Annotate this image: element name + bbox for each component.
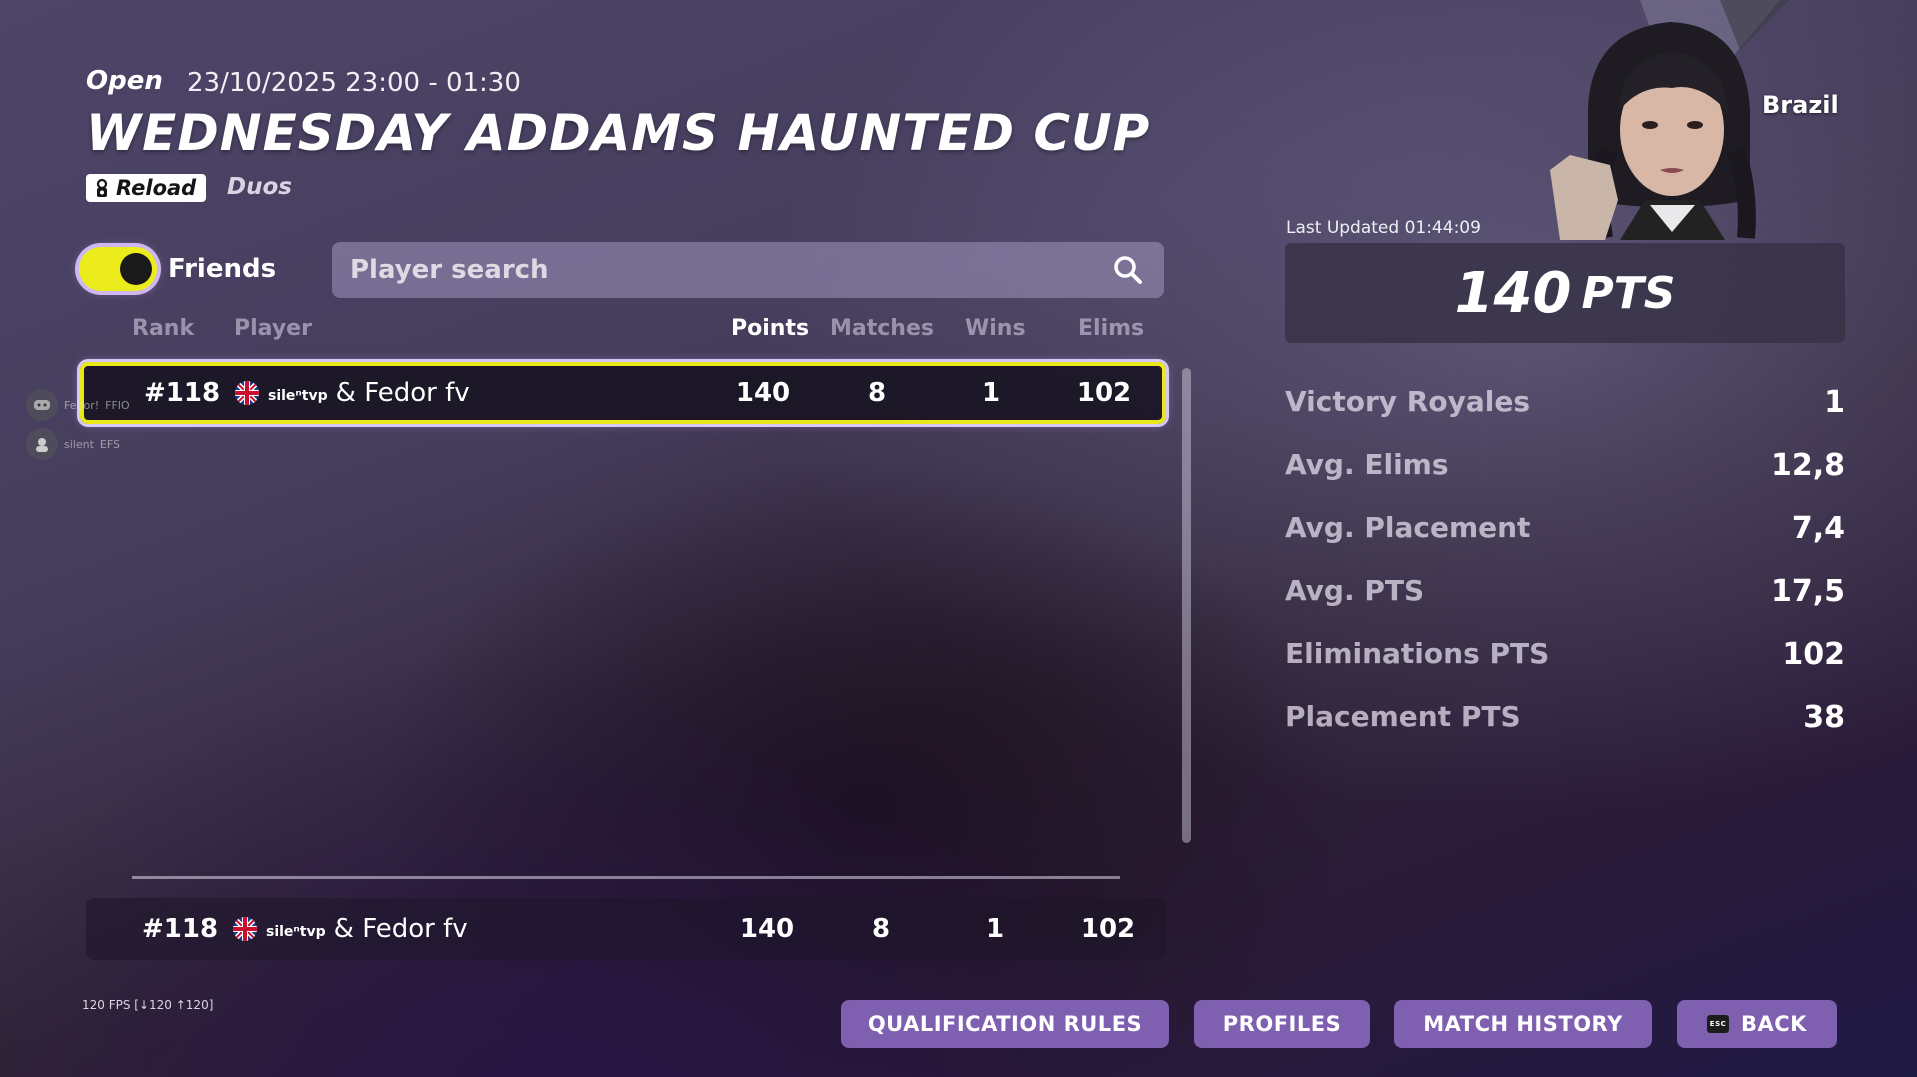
total-points-unit: PTS — [1581, 267, 1676, 319]
event-status: Open — [86, 66, 163, 96]
uk-flag-icon — [233, 917, 257, 941]
row-wins: 1 — [981, 378, 1001, 408]
team-size-label: Duos — [227, 174, 292, 200]
profiles-button[interactable]: PROFILES — [1194, 1000, 1370, 1048]
overlay-user-1-tag: FFIO — [105, 398, 130, 412]
stat-value: 1 — [1824, 385, 1845, 420]
stat-label: Eliminations PTS — [1285, 637, 1550, 670]
back-button[interactable]: ESC BACK — [1677, 1000, 1837, 1048]
back-label: BACK — [1741, 1012, 1807, 1036]
row-rank: #118 — [144, 378, 221, 408]
qualification-rules-label: QUALIFICATION RULES — [867, 1012, 1143, 1036]
row-player: sileⁿtvp & Fedor fv — [234, 378, 470, 408]
player-portrait — [1500, 0, 1880, 240]
profiles-label: PROFILES — [1222, 1012, 1342, 1036]
stat-value: 102 — [1782, 637, 1845, 672]
player-b-name[interactable]: & Fedor fv — [336, 378, 470, 408]
footer-rank: #118 — [142, 914, 219, 944]
reload-icon — [96, 178, 108, 197]
footer-wins: 1 — [985, 914, 1005, 944]
footer-player: sileⁿtvp & Fedor fv — [232, 914, 468, 944]
player-search-input[interactable] — [332, 254, 1110, 286]
col-header-player[interactable]: Player — [234, 316, 312, 341]
stat-value: 12,8 — [1770, 448, 1845, 483]
stat-value: 7,4 — [1791, 511, 1845, 546]
last-updated: Last Updated 01:44:09 — [1286, 218, 1481, 238]
footer-elims: 102 — [1080, 914, 1136, 944]
footer-divider — [132, 876, 1120, 879]
event-title: WEDNESDAY ADDAMS HAUNTED CUP — [86, 104, 1151, 162]
friends-toggle[interactable] — [79, 247, 157, 291]
stat-value: 17,5 — [1770, 574, 1845, 609]
overlay-user-2: silent EFS — [26, 428, 120, 460]
table-row[interactable]: #118 sileⁿtvp & Fedor fv 140 8 1 102 — [80, 362, 1166, 424]
mode-badge: Reload — [86, 174, 207, 202]
col-header-wins[interactable]: Wins — [965, 316, 1026, 341]
total-points-value: 140 — [1454, 260, 1572, 326]
footer-player-a-name[interactable]: sileⁿtvp — [266, 924, 326, 940]
overlay-user-2-name: silent — [64, 437, 94, 451]
player-a-name[interactable]: sileⁿtvp — [268, 388, 328, 404]
fps-counter: 120 FPS [↓120 ↑120] — [82, 998, 214, 1012]
event-datetime: 23/10/2025 23:00 - 01:30 — [187, 68, 521, 98]
stat-label: Avg. Placement — [1285, 511, 1531, 544]
stat-label: Victory Royales — [1285, 385, 1530, 418]
leaderboard-scrollbar[interactable] — [1182, 368, 1191, 843]
footer-matches: 8 — [871, 914, 891, 944]
match-history-label: MATCH HISTORY — [1423, 1012, 1623, 1036]
search-icon[interactable] — [1110, 252, 1146, 288]
friends-label: Friends — [168, 254, 277, 284]
row-points: 140 — [735, 378, 791, 408]
total-points-box: 140 PTS — [1285, 243, 1845, 343]
col-header-matches[interactable]: Matches — [830, 316, 934, 341]
esc-key-icon: ESC — [1707, 1015, 1730, 1033]
qualification-rules-button[interactable]: QUALIFICATION RULES — [841, 1000, 1169, 1048]
overlay-user-1-name: Fedor! — [64, 398, 100, 412]
row-matches: 8 — [867, 378, 887, 408]
discord-icon — [26, 389, 58, 421]
match-history-button[interactable]: MATCH HISTORY — [1394, 1000, 1652, 1048]
overlay-user-2-tag: EFS — [99, 437, 120, 451]
footer-player-b-name[interactable]: & Fedor fv — [334, 914, 468, 944]
uk-flag-icon — [235, 381, 259, 405]
stat-label: Avg. PTS — [1285, 574, 1425, 607]
col-header-points[interactable]: Points — [731, 316, 809, 341]
stat-label: Placement PTS — [1285, 700, 1521, 733]
mode-label: Reload — [116, 176, 197, 200]
overlay-user-1: Fedor! FFIO — [26, 389, 130, 421]
player-search-box[interactable] — [332, 242, 1164, 298]
col-header-rank[interactable]: Rank — [132, 316, 194, 341]
col-header-elims[interactable]: Elims — [1078, 316, 1144, 341]
row-elims: 102 — [1076, 378, 1132, 408]
own-placement-row[interactable]: #118 sileⁿtvp & Fedor fv 140 8 1 102 — [86, 898, 1166, 960]
user-avatar-icon — [26, 428, 58, 460]
footer-points: 140 — [739, 914, 795, 944]
country-label: Brazil — [1762, 91, 1839, 119]
stat-value: 38 — [1803, 700, 1845, 735]
toggle-knob — [120, 253, 152, 285]
stat-label: Avg. Elims — [1285, 448, 1449, 481]
